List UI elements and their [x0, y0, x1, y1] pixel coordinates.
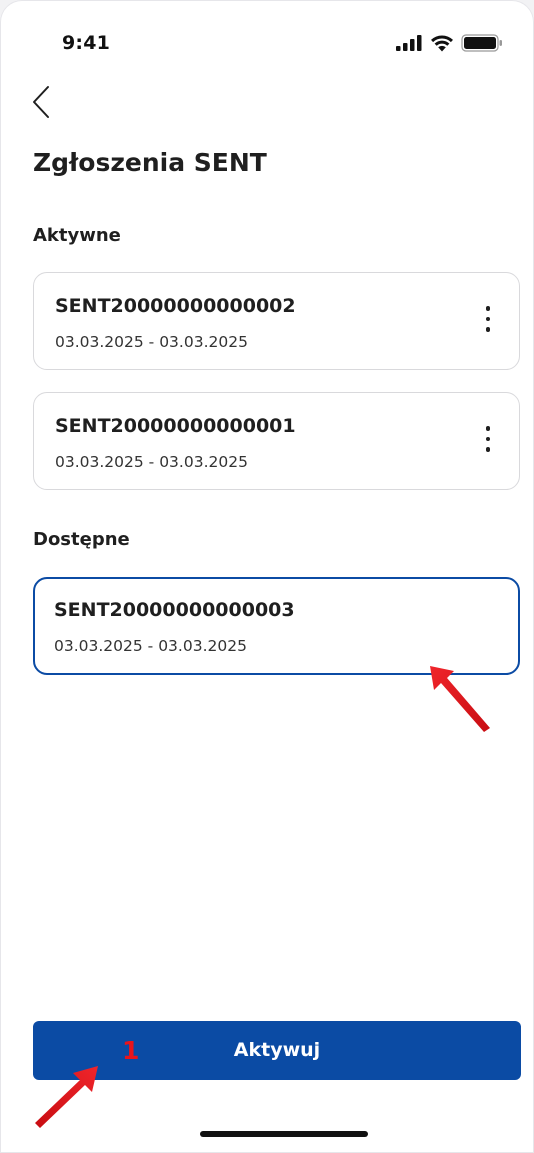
more-vertical-icon[interactable]: [483, 426, 493, 458]
wifi-icon: [431, 35, 453, 52]
sent-card-number: SENT20000000000003: [54, 599, 295, 621]
sent-card-date-range: 03.03.2025 - 03.03.2025: [54, 637, 247, 655]
phone-screen: 9:41 Zgłoszenia SENT Aktywne SENT2000000…: [0, 0, 534, 1153]
home-indicator: [200, 1131, 368, 1137]
sent-card-active[interactable]: SENT20000000000001 03.03.2025 - 03.03.20…: [33, 392, 520, 490]
activate-button-label: Aktywuj: [233, 1039, 321, 1061]
sent-card-number: SENT20000000000001: [55, 415, 296, 437]
battery-icon: [461, 34, 502, 52]
section-title-active: Aktywne: [33, 225, 121, 246]
sent-card-available-selected[interactable]: SENT20000000000003 03.03.2025 - 03.03.20…: [33, 577, 520, 675]
chevron-left-icon: [33, 86, 49, 118]
sent-card-active[interactable]: SENT20000000000002 03.03.2025 - 03.03.20…: [33, 272, 520, 370]
back-button[interactable]: [30, 80, 74, 124]
sent-card-date-range: 03.03.2025 - 03.03.2025: [55, 333, 248, 351]
sent-card-number: SENT20000000000002: [55, 295, 296, 317]
page-title: Zgłoszenia SENT: [33, 148, 267, 177]
signal-icon: [396, 35, 422, 51]
sent-card-date-range: 03.03.2025 - 03.03.2025: [55, 453, 248, 471]
status-bar: 9:41: [0, 0, 534, 60]
annotation-step-number: 1: [122, 1036, 140, 1065]
activate-button[interactable]: Aktywuj: [33, 1021, 521, 1080]
section-title-available: Dostępne: [33, 529, 130, 550]
status-icons: [396, 33, 506, 53]
more-vertical-icon[interactable]: [483, 306, 493, 338]
status-time: 9:41: [62, 32, 111, 54]
